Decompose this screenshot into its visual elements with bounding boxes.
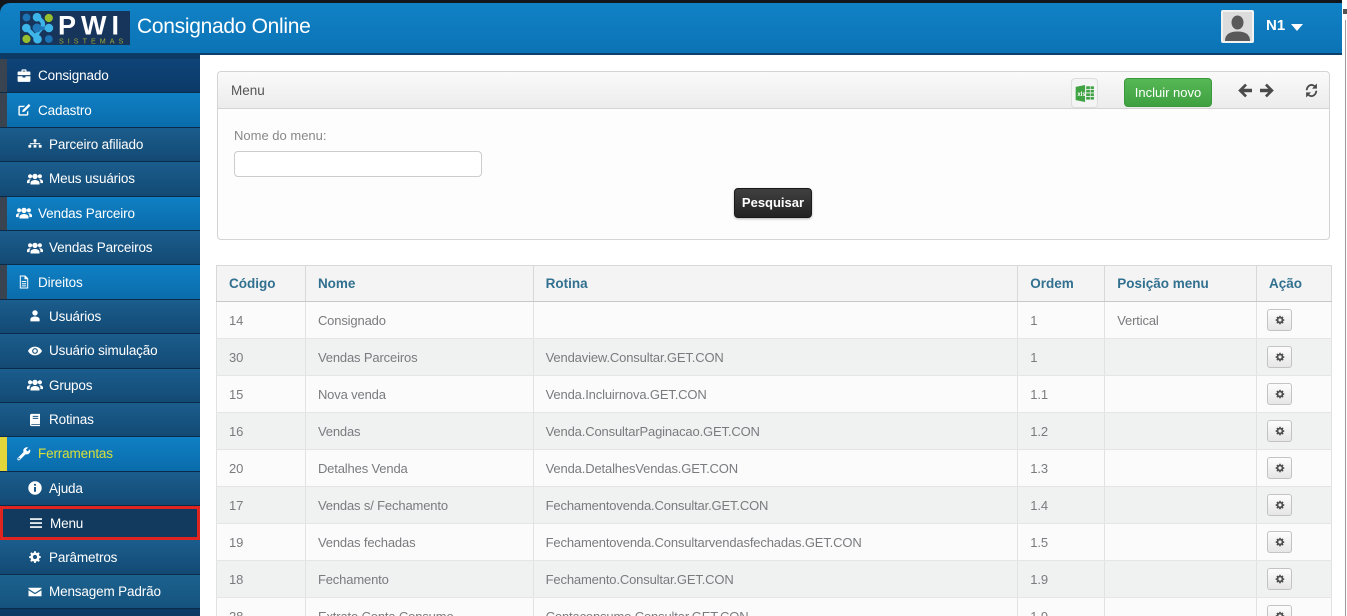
- svg-text:xls: xls: [1077, 92, 1086, 98]
- svg-text:SISTEMAS: SISTEMAS: [59, 37, 127, 46]
